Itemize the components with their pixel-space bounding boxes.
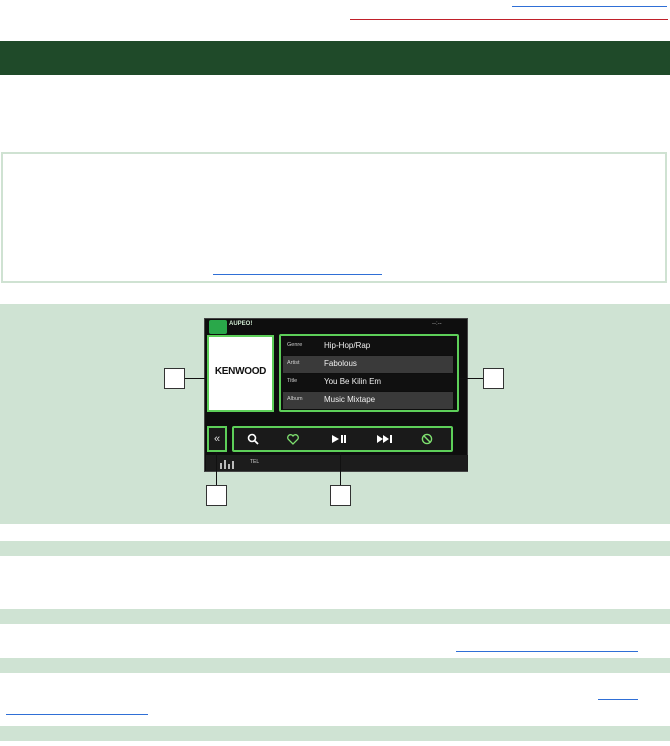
heart-icon — [287, 433, 299, 445]
table-header-band — [0, 541, 670, 556]
clock-readout: --:-- — [432, 321, 442, 327]
next-track-icon — [377, 435, 392, 443]
bottom-function-bar — [206, 455, 468, 471]
back-button[interactable]: « — [207, 426, 227, 452]
callout-box-right — [483, 368, 504, 389]
next-button[interactable] — [366, 428, 404, 450]
leader-line — [216, 452, 217, 485]
ban-button[interactable] — [412, 428, 442, 450]
search-button[interactable] — [236, 428, 270, 450]
top-link-underline[interactable] — [512, 6, 667, 7]
table-header-band — [0, 658, 670, 673]
top-red-rule — [350, 19, 668, 20]
callout-box-left — [164, 368, 185, 389]
leader-line — [185, 378, 207, 379]
leader-line — [340, 452, 341, 485]
source-icon — [209, 320, 227, 334]
ban-icon — [421, 433, 433, 445]
search-icon — [247, 433, 259, 445]
equalizer-icon[interactable] — [219, 457, 237, 469]
tel-label: TEL — [250, 459, 260, 465]
track-info-frame[interactable] — [279, 334, 459, 412]
section-header-bar — [0, 41, 670, 75]
leader-line — [459, 378, 483, 379]
love-button[interactable] — [276, 428, 310, 450]
reference-link-underline[interactable] — [598, 699, 638, 700]
callout-box-bottom-center — [330, 485, 351, 506]
note-box — [1, 152, 667, 283]
album-art-logo: KENWOOD — [214, 366, 267, 377]
reference-link-underline[interactable] — [456, 651, 638, 652]
table-header-band — [0, 726, 670, 741]
callout-box-bottom-left — [206, 485, 227, 506]
table-header-band — [0, 609, 670, 624]
play-pause-icon — [332, 435, 346, 443]
note-link-underline[interactable] — [213, 274, 382, 275]
source-label: AUPEO! — [229, 321, 253, 327]
play-pause-button[interactable] — [320, 428, 358, 450]
reference-link-underline[interactable] — [6, 714, 148, 715]
